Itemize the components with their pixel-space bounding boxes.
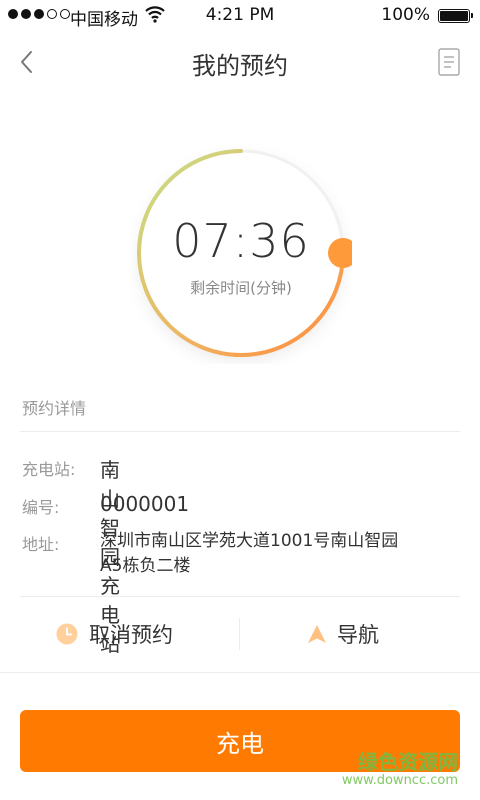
divider [20, 431, 460, 432]
cancel-reservation-label: 取消预约 [89, 623, 173, 647]
document-icon [438, 48, 460, 76]
navigation-arrow-icon [308, 625, 326, 643]
page-title: 我的预约 [192, 52, 288, 80]
station-label: 充电站: [22, 460, 76, 479]
cancel-reservation-button[interactable]: 取消预约 [56, 598, 173, 670]
number-label: 编号: [22, 498, 60, 517]
address-line-2: A5栋负二楼 [100, 556, 191, 576]
divider [0, 672, 480, 673]
battery-percent: 100% [381, 5, 430, 25]
divider [20, 596, 460, 597]
battery-icon [438, 9, 473, 23]
navigate-label: 导航 [337, 623, 379, 647]
navigate-button[interactable]: 导航 [306, 598, 379, 670]
action-bar: 取消预约 导航 [0, 598, 480, 670]
details-section-title: 预约详情 [22, 399, 87, 418]
countdown-timer: 07:36 剩余时间(分钟) [130, 142, 358, 364]
address-label: 地址: [22, 535, 60, 554]
nav-bar: 我的预约 [0, 32, 480, 92]
countdown-time: 07:36 [172, 214, 310, 268]
clock-icon [56, 623, 78, 645]
watermark-url: www.downcc.com [341, 773, 458, 788]
watermark-text: 绿色资源网 [358, 750, 458, 774]
action-separator [239, 618, 240, 650]
order-list-button[interactable] [438, 48, 460, 76]
countdown-caption: 剩余时间(分钟) [190, 279, 292, 297]
number-value: 0000001 [100, 492, 190, 516]
charge-button-label: 充电 [216, 729, 264, 758]
address-value: 深圳市南山区学苑大道1001号南山智园 A5栋负二楼 [100, 529, 440, 579]
address-line-1: 深圳市南山区学苑大道1001号南山智园 [100, 531, 399, 551]
status-bar: 中国移动 4:21 PM 100% [0, 0, 480, 32]
